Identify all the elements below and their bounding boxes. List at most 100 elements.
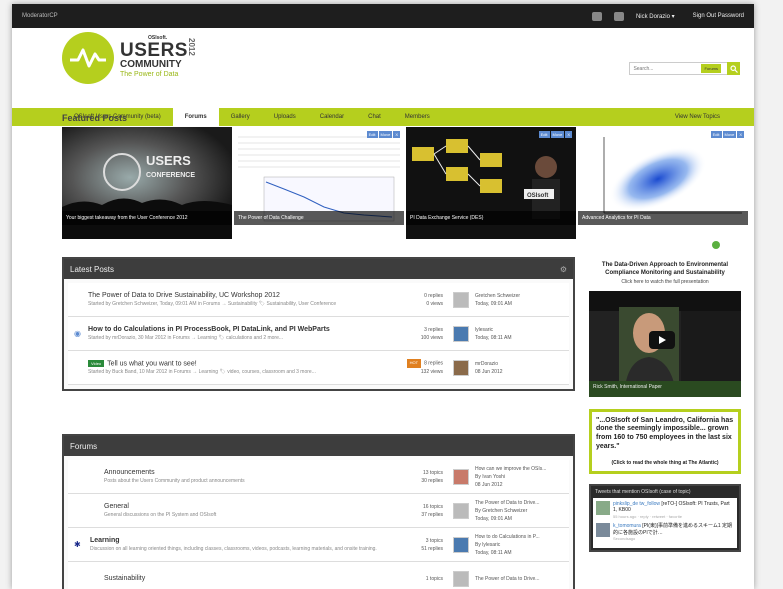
move-button[interactable]: Move	[550, 131, 565, 138]
logo-users: USERS	[120, 40, 188, 61]
forum-name[interactable]: Announcements	[104, 469, 395, 476]
last-poster[interactable]: Gretchen Schweizer	[475, 292, 563, 300]
avatar[interactable]	[453, 468, 469, 485]
notifications-icon[interactable]	[591, 11, 602, 21]
view-new-topics-link[interactable]: View New Topics	[675, 108, 720, 126]
last-post-info: How can we improve the OSIs... By Ivan Y…	[475, 465, 563, 489]
tweet-avatar[interactable]	[596, 523, 610, 538]
search-scope[interactable]: Forums	[701, 64, 721, 73]
avatar[interactable]	[453, 291, 469, 308]
post-title[interactable]: The Power of Data to Drive Sustainabilit…	[88, 292, 395, 299]
logo-wave-icon[interactable]	[62, 32, 114, 84]
quote-link[interactable]: (Click to read the whole thing at The At…	[596, 460, 734, 466]
avatar[interactable]	[453, 325, 469, 342]
svg-text:CONFERENCE: CONFERENCE	[146, 172, 195, 179]
user-menu[interactable]: Nick Dorazio ▾	[636, 13, 675, 20]
nav-item-members[interactable]: Members	[393, 108, 442, 126]
last-post-title[interactable]: The Power of Data to Drive...	[475, 499, 563, 507]
forum-stats: 3 topics 51 replies	[395, 537, 443, 553]
video-badge: Video	[88, 359, 105, 367]
card-actions: Edit Move X	[538, 131, 572, 138]
avatar[interactable]	[453, 570, 469, 587]
edit-button[interactable]: Edit	[538, 131, 550, 138]
view-count: 0 views	[426, 300, 443, 307]
move-button[interactable]: Move	[378, 131, 393, 138]
latest-posts-panel: Latest Posts ⚙ The Power of Data to Driv…	[62, 257, 575, 391]
featured-card[interactable]: Edit Move X The Power of Data Challenge	[234, 127, 404, 239]
last-post-author[interactable]: By Gretchen Schweizer	[475, 507, 563, 515]
forum-row[interactable]: ✱ Learning Discussion on all learning or…	[68, 528, 569, 562]
sign-out-link[interactable]: Sign Out Password	[693, 13, 744, 19]
promo-title[interactable]: The Data-Driven Approach to Environmenta…	[589, 262, 741, 278]
tweet-user[interactable]: pinkslip_de	[613, 501, 638, 507]
moderator-cp-link[interactable]: ModeratorCP	[22, 13, 592, 19]
nav-item-calendar[interactable]: Calendar	[308, 108, 356, 126]
last-post-time: Today, 08:11 AM	[475, 334, 512, 341]
delete-button[interactable]: X	[393, 131, 400, 138]
top-bar: ModeratorCP Nick Dorazio ▾ Sign Out Pass…	[12, 4, 754, 28]
featured-card[interactable]: USERS CONFERENCE Your biggest takeaway f…	[62, 127, 232, 239]
avatar[interactable]	[453, 502, 469, 519]
tweet[interactable]: k_tomomura [PI(東)]事前準備を進めるスキーム1 定期的に各施設の…	[596, 523, 734, 541]
logo-community: COMMUNITY	[120, 59, 182, 70]
forums-title: Forums	[70, 441, 98, 451]
search-button[interactable]	[727, 62, 740, 75]
forum-description: Posts about the Users Community and prod…	[104, 478, 245, 484]
reply-count: 30 replies	[421, 477, 443, 484]
reply-count: 0 replies	[424, 292, 443, 299]
tweet[interactable]: pinkslip_de tw_follow [reTO-] OSIsoft: P…	[596, 500, 734, 519]
post-title[interactable]: Video Tell us what you want to see!	[88, 359, 395, 367]
forum-row[interactable]: Announcements Posts about the Users Comm…	[68, 460, 569, 494]
forum-name[interactable]: General	[104, 503, 395, 510]
move-button[interactable]: Move	[722, 131, 737, 138]
tweet-list[interactable]: pinkslip_de tw_follow [reTO-] OSIsoft: P…	[593, 497, 737, 549]
forum-row[interactable]: General General discussions on the PI Sy…	[68, 494, 569, 528]
quote-box[interactable]: "...OSIsoft of San Leandro, California h…	[589, 408, 741, 474]
avatar[interactable]	[453, 359, 469, 376]
settings-gear-icon[interactable]: ⚙	[560, 265, 567, 274]
nav-item-uploads[interactable]: Uploads	[262, 108, 308, 126]
forum-name[interactable]: Learning	[90, 537, 395, 544]
messages-icon[interactable]	[613, 11, 624, 21]
video-player[interactable]: Rick Smith, International Paper	[589, 290, 741, 397]
post-row[interactable]: The Power of Data to Drive Sustainabilit…	[68, 283, 569, 317]
last-post-author[interactable]: By Ivan Yoshi	[475, 473, 563, 481]
featured-caption: Your biggest takeaway from the User Conf…	[62, 211, 232, 225]
post-stats: HOT 8 replies 132 views	[395, 359, 443, 376]
avatar[interactable]	[453, 536, 469, 553]
forum-stats: 16 topics 37 replies	[395, 503, 443, 519]
logo-text[interactable]: OSIsoft. USERS COMMUNITY The Power of Da…	[120, 36, 188, 79]
delete-button[interactable]: X	[565, 131, 572, 138]
card-overlay-text: USERS	[146, 153, 191, 168]
featured-card[interactable]: Edit Move X Advanced Analytics for PI Da…	[578, 127, 748, 239]
last-poster[interactable]: lylesaric	[475, 326, 563, 334]
carousel-next-icon[interactable]	[712, 241, 720, 249]
last-post-author[interactable]: By lylesaric	[475, 541, 563, 549]
nav-item-forums[interactable]: Forums	[172, 108, 219, 126]
last-post-time: Today, 09:01 AM	[475, 515, 512, 522]
nav-item-chat[interactable]: Chat	[356, 108, 393, 126]
featured-card[interactable]: OSIsoft Edit Move X PI Data Exchange Ser…	[406, 127, 576, 239]
last-poster[interactable]: mrDorazio	[475, 360, 563, 368]
last-post-title[interactable]: How to do Calculations in P...	[475, 533, 563, 541]
last-post-title[interactable]: How can we improve the OSIs...	[475, 465, 563, 473]
post-title[interactable]: How to do Calculations in PI ProcessBook…	[88, 326, 395, 333]
last-post-title[interactable]: The Power of Data to Drive...	[475, 575, 563, 583]
post-row[interactable]: ◉ How to do Calculations in PI ProcessBo…	[68, 317, 569, 351]
edit-button[interactable]: Edit	[710, 131, 722, 138]
post-title-text[interactable]: Tell us what you want to see!	[107, 360, 197, 367]
forum-row[interactable]: Sustainability 1 topics The Power of Dat…	[68, 562, 569, 589]
tweet-avatar[interactable]	[596, 500, 610, 515]
nav-item-gallery[interactable]: Gallery	[219, 108, 262, 126]
view-count: 132 views	[420, 368, 443, 375]
forums-header: Forums	[64, 436, 573, 456]
play-button[interactable]	[649, 330, 675, 349]
tweet-user[interactable]: k_tomomura	[613, 523, 641, 529]
tweet-handle[interactable]: tw_follow	[639, 501, 660, 507]
delete-button[interactable]: X	[737, 131, 744, 138]
edit-button[interactable]: Edit	[366, 131, 378, 138]
promo-subtitle[interactable]: Click here to watch the full presentatio…	[589, 279, 741, 285]
logo-year: 2012	[187, 38, 196, 56]
post-row[interactable]: Video Tell us what you want to see! Start…	[68, 351, 569, 385]
forum-name[interactable]: Sustainability	[104, 575, 395, 582]
